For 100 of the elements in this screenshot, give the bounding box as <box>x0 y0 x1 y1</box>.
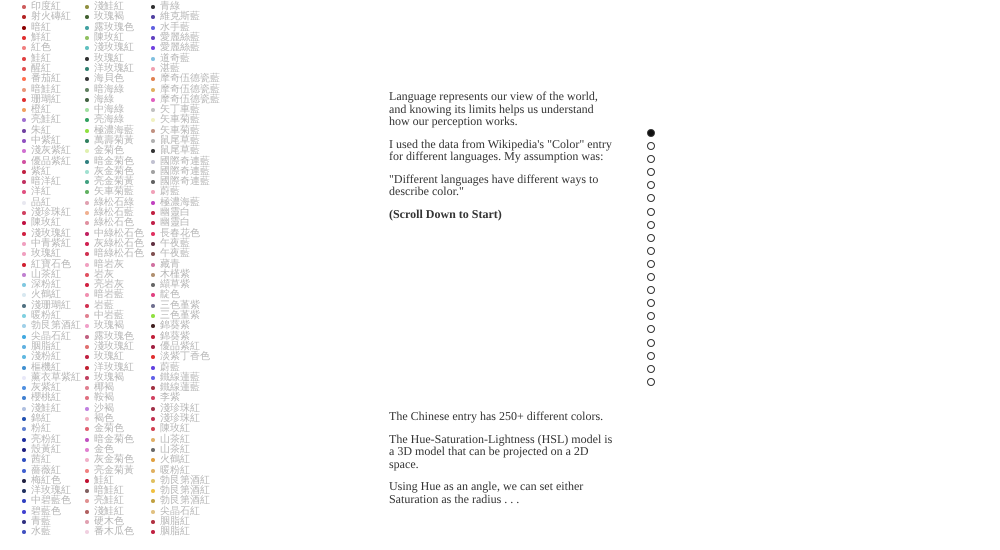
step-dot[interactable] <box>647 364 655 373</box>
color-name: 金菊色 <box>94 146 124 156</box>
step-dot[interactable] <box>647 208 655 216</box>
color-name: 暖粉紅 <box>160 466 190 476</box>
color-name: 淺粉紅 <box>31 352 61 362</box>
color-name: 勃艮第酒紅 <box>160 496 210 506</box>
color-name: 中青紫紅 <box>31 238 71 249</box>
step-dot[interactable] <box>647 168 655 176</box>
color-name: 綠松石綠 <box>94 198 134 208</box>
color-name: 番茄紅 <box>31 74 61 84</box>
color-name: 碧藍色 <box>31 506 61 517</box>
color-name: 暗鮭紅 <box>31 84 61 95</box>
color-name: 鼠尾草藍 <box>160 136 200 146</box>
color-name: 鐵線蓮藍 <box>160 383 200 394</box>
color-name: 番木瓜色 <box>94 527 134 538</box>
step-dot[interactable] <box>647 352 655 360</box>
color-name: 橙紅 <box>31 105 51 116</box>
color-name: 淺珍珠紅 <box>160 404 200 414</box>
color-name: 山茶紅 <box>160 444 190 455</box>
color-name: 勃艮第酒紅 <box>31 321 81 332</box>
color-name: 矢丁車藍 <box>160 105 200 116</box>
color-name: 暗岩藍 <box>94 290 124 300</box>
color-name: 珊瑚紅 <box>31 94 61 105</box>
color-name: 水藍 <box>31 527 51 538</box>
color-name: 摩奇伍德瓷藍 <box>160 74 220 84</box>
color-name: 露玫瑰色 <box>94 332 134 342</box>
color-name: 國際奇連藍 <box>160 177 210 188</box>
color-name: 亮金菊黃 <box>94 466 134 476</box>
color-name: 青藍 <box>31 516 51 527</box>
step-dot[interactable] <box>647 155 655 164</box>
color-name: 午夜藍 <box>160 238 190 249</box>
color-name: 暗洋紅 <box>31 177 61 188</box>
color-name: 淺玫瑰紅 <box>94 43 134 54</box>
color-name: 鞍褐 <box>94 393 114 404</box>
color-name: 印度紅 <box>31 2 61 12</box>
color-name: 岩灰 <box>94 270 114 280</box>
step-dot[interactable] <box>647 260 655 268</box>
color-name: 淺灰紫紅 <box>31 146 71 156</box>
color-name: 灰金菊色 <box>94 166 134 177</box>
step-dot[interactable] <box>647 338 655 346</box>
color-name: 鐵線蓮藍 <box>160 372 200 383</box>
step-dot[interactable] <box>647 129 655 137</box>
step-dot[interactable] <box>647 234 655 242</box>
color-name: 尖晶石紅 <box>160 506 200 517</box>
color-name: 鮭紅 <box>31 54 51 64</box>
color-name: 李紫 <box>160 393 180 404</box>
step-dot[interactable] <box>647 312 655 320</box>
color-name: 幽靈白 <box>160 218 190 228</box>
step-dot[interactable] <box>647 273 655 282</box>
color-name: 湛藍 <box>160 64 180 74</box>
color-name: 椰褐 <box>94 383 114 394</box>
color-name: 蔚藍 <box>160 187 180 198</box>
step-dot[interactable] <box>647 220 655 229</box>
step-dot[interactable] <box>647 142 655 150</box>
color-name: 洋紅 <box>31 187 51 198</box>
color-name: 尖晶石紅 <box>31 332 71 342</box>
color-name: 暗紅 <box>31 22 51 33</box>
color-name: 品紅 <box>31 198 51 208</box>
color-name: 淡紫丁香色 <box>160 352 210 362</box>
color-name: 中海綠 <box>94 105 124 116</box>
color-name: 樞機紅 <box>31 362 61 373</box>
color-name: 道奇藍 <box>160 54 190 64</box>
color-name: 海貝色 <box>94 74 124 84</box>
color-name: 暖粉紅 <box>31 311 61 322</box>
color-name: 胭脂紅 <box>31 342 61 352</box>
color-name: 玫瑰紅 <box>94 54 124 64</box>
color-name: 暗金菊色 <box>94 434 134 445</box>
color-name: 幽靈白 <box>160 208 190 218</box>
color-name: 優品紫紅 <box>31 156 71 167</box>
color-name: 淺珍珠紅 <box>160 414 200 424</box>
color-name: 山茶紅 <box>160 434 190 445</box>
paragraph: Language represents our view of the world, and knowing its limits helps us understand how our perception works. <box>389 90 599 128</box>
color-name: 摩奇伍德瓷藍 <box>160 84 220 95</box>
color-name: 綠松石色 <box>94 218 134 228</box>
color-name: 櫻桃紅 <box>31 393 61 404</box>
color-name: 岩藍 <box>94 300 114 311</box>
color-name: 國際奇連藍 <box>160 166 210 177</box>
step-dot[interactable] <box>647 194 655 202</box>
color-name: 山茶紅 <box>31 270 61 280</box>
color-name: 極濃海藍 <box>94 126 134 136</box>
color-name: 鮭紅 <box>94 476 114 486</box>
color-name: 水手藍 <box>160 22 190 33</box>
paragraph: The Chinese entry has 250+ different colors. <box>389 410 604 422</box>
step-dot[interactable] <box>647 286 655 294</box>
step-dot[interactable] <box>647 181 655 190</box>
color-name: 淺玫瑰紅 <box>94 342 134 352</box>
step-dot[interactable] <box>647 325 655 334</box>
color-name: 青綠 <box>160 2 180 12</box>
step-dot[interactable] <box>647 378 655 386</box>
color-name: 暗海綠 <box>94 84 124 95</box>
step-dot[interactable] <box>647 299 655 308</box>
color-name: 淺鮭紅 <box>94 506 124 517</box>
color-name: 亮鮭紅 <box>94 496 124 506</box>
color-name: 維克斯藍 <box>160 12 200 22</box>
color-name: 殼黃紅 <box>31 444 61 455</box>
color-name: 木槿紫 <box>160 270 190 280</box>
color-name: 亮海綠 <box>94 115 124 126</box>
color-name: 洋玫瑰紅 <box>31 486 71 496</box>
step-dot[interactable] <box>647 246 655 255</box>
color-name: 極濃海藍 <box>160 198 200 208</box>
